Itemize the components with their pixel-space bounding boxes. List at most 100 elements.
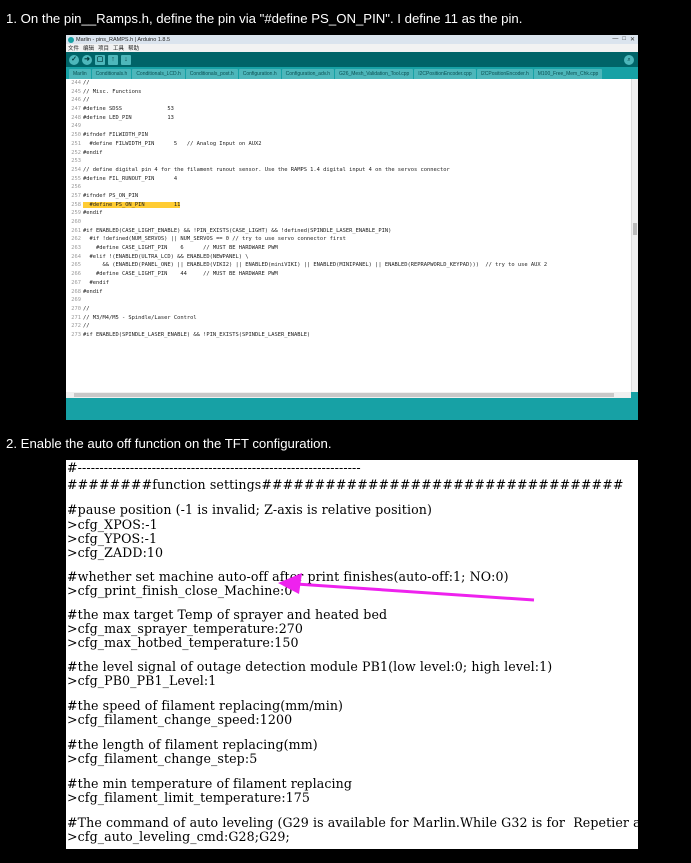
config-line: #the min temperature of filament replaci… [67, 776, 352, 791]
code-line: 249 [66, 122, 631, 131]
code-line: 244// [66, 79, 631, 88]
config-line: >cfg_filament_change_step:5 [67, 751, 258, 766]
line-number: 263 [71, 245, 81, 252]
config-line: >cfg_PB0_PB1_Level:1 [67, 673, 217, 688]
line-number: 259 [71, 210, 81, 217]
code-line: 272// [66, 322, 631, 331]
menu-sketch[interactable]: 项目 [98, 44, 109, 52]
code-line: 252 #endif [66, 149, 631, 158]
ide-tab[interactable]: Marlin [69, 69, 91, 79]
code-text: // [83, 305, 90, 312]
maximize-icon[interactable]: □ [622, 36, 626, 43]
code-line: 270// [66, 305, 631, 314]
menu-edit[interactable]: 编辑 [83, 44, 94, 52]
code-line: 261 #if ENABLED(CASE_LIGHT_ENABLE) && !PI… [66, 227, 631, 236]
code-line: 250 #ifndef FILWIDTH_PIN [66, 131, 631, 140]
ide-tab[interactable]: G26_Mesh_Validation_Tool.cpp [335, 69, 414, 79]
ide-tab[interactable]: M100_Free_Mem_Chk.cpp [533, 69, 603, 79]
verify-button[interactable]: ✓ [69, 54, 79, 65]
line-number: 246 [71, 97, 81, 104]
ide-tab[interactable]: Configuration_adv.h [281, 69, 335, 79]
line-number: 264 [71, 253, 81, 260]
config-line: >cfg_auto_leveling_cmd:G28;G29; [67, 829, 290, 844]
code-text: // M3/M4/M5 - Spindle/Laser Control [83, 314, 197, 321]
line-number: 266 [71, 271, 81, 278]
config-line: #the level signal of outage detection mo… [67, 659, 553, 674]
line-number: 270 [71, 305, 81, 312]
open-sketch-button[interactable]: ↑ [108, 54, 118, 65]
upload-button[interactable]: ➜ [82, 54, 92, 65]
menu-tools[interactable]: 工具 [113, 44, 124, 52]
ide-tab[interactable]: Conditionals.h [91, 69, 132, 79]
editor-vertical-scrollbar[interactable] [631, 79, 638, 392]
code-text: && (ENABLED(PANEL_ONE) || ENABLED(VIKI2)… [83, 262, 548, 269]
line-number: 262 [71, 236, 81, 243]
ide-tab[interactable]: Conditionals_post.h [185, 69, 238, 79]
scrollbar-thumb[interactable] [74, 393, 614, 397]
line-number: 268 [71, 288, 81, 295]
step-2-caption: 2. Enable the auto off function on the T… [6, 436, 332, 451]
code-text: #if !defined(NUM_SERVOS) || NUM_SERVOS =… [83, 236, 346, 243]
code-line: 265 && (ENABLED(PANEL_ONE) || ENABLED(VI… [66, 261, 631, 270]
config-line: #the speed of filament replacing(mm/min) [67, 698, 344, 713]
code-line: 253 [66, 157, 631, 166]
code-text: #endif [83, 149, 103, 156]
code-line: 245// Misc. Functions [66, 88, 631, 97]
code-line: 260 [66, 218, 631, 227]
code-line: 262 #if !defined(NUM_SERVOS) || NUM_SERV… [66, 235, 631, 244]
config-line: >cfg_max_sprayer_temperature:270 [67, 621, 304, 636]
config-line: >cfg_print_finish_close_Machine:0 [67, 583, 293, 598]
new-sketch-button[interactable]: ▢ [95, 54, 105, 65]
code-text: #if ENABLED(CASE_LIGHT_ENABLE) && !PIN_E… [83, 227, 392, 234]
serial-monitor-button[interactable]: ⌕ [624, 54, 634, 65]
config-line: >cfg_XPOS:-1 [67, 517, 158, 532]
ide-tab[interactable]: I2CPositionEncoder.h [476, 69, 533, 79]
config-line: #whether set machine auto-off after prin… [67, 569, 509, 584]
config-line: #The command of auto leveling (G29 is av… [67, 815, 638, 830]
line-number: 269 [71, 297, 81, 304]
code-text: #define FILWIDTH_PIN 5 // Analog Input o… [83, 140, 262, 147]
code-line: 248 #define LED_PIN 13 [66, 114, 631, 123]
code-text: // [83, 97, 90, 104]
line-number: 247 [71, 106, 81, 113]
line-number: 260 [71, 219, 81, 225]
code-line: 269 [66, 296, 631, 305]
config-line: >cfg_ZADD:10 [67, 545, 164, 560]
ide-tab[interactable]: Conditionals_LCD.h [132, 69, 185, 79]
code-text: #endif [83, 288, 103, 295]
code-text: #define FIL_RUNOUT_PIN 4 [83, 175, 178, 182]
code-text: #define CASE_LIGHT_PIN 6 // MUST BE HARD… [83, 245, 278, 252]
code-text: #endif [83, 210, 103, 217]
code-text: #define SDSS 53 [83, 106, 174, 113]
ide-tab[interactable]: I2CPositionEncoder.cpp [414, 69, 476, 79]
code-text: #elif !(ENABLED(ULTRA_LCD) && ENABLED(NE… [83, 253, 249, 260]
menu-help[interactable]: 帮助 [128, 44, 139, 52]
minimize-icon[interactable]: — [612, 36, 618, 43]
menu-file[interactable]: 文件 [68, 44, 79, 52]
close-icon[interactable]: ✕ [630, 36, 635, 43]
code-text: #ifndef PS_ON_PIN [83, 192, 139, 199]
tft-config-text: #---------------------------------------… [66, 460, 638, 849]
code-line: 267 #endif [66, 279, 631, 288]
code-line: 264 #elif !(ENABLED(ULTRA_LCD) && ENABLE… [66, 253, 631, 262]
arduino-ide-window: Marlin - pins_RAMPS.h | Arduino 1.8.5 — … [66, 35, 638, 420]
ide-menubar: 文件 编辑 项目 工具 帮助 [66, 44, 638, 52]
line-number: 265 [71, 262, 81, 269]
config-line: >cfg_filament_limit_temperature:175 [67, 790, 311, 805]
code-line: 268 #endif [66, 288, 631, 297]
code-line: 256 [66, 183, 631, 192]
line-number: 257 [71, 192, 81, 199]
code-editor[interactable]: 244//245// Misc. Functions 246//247 #defin… [66, 79, 631, 392]
code-text: #define PS_ON_PIN 11 [83, 201, 181, 208]
code-line: 266 #define CASE_LIGHT_PIN 44 // MUST BE… [66, 270, 631, 279]
line-number: 256 [71, 184, 81, 191]
line-number: 248 [71, 114, 81, 121]
window-controls: — □ ✕ [612, 36, 638, 43]
config-line: >cfg_max_hotbed_temperature:150 [67, 635, 299, 650]
scrollbar-thumb[interactable] [633, 223, 637, 235]
save-sketch-button[interactable]: ↓ [121, 54, 131, 65]
line-number: 249 [71, 123, 81, 130]
code-line: 251 #define FILWIDTH_PIN 5 // Analog Inp… [66, 140, 631, 149]
ide-tab[interactable]: Configuration.h [238, 69, 281, 79]
code-text: // [83, 80, 90, 86]
